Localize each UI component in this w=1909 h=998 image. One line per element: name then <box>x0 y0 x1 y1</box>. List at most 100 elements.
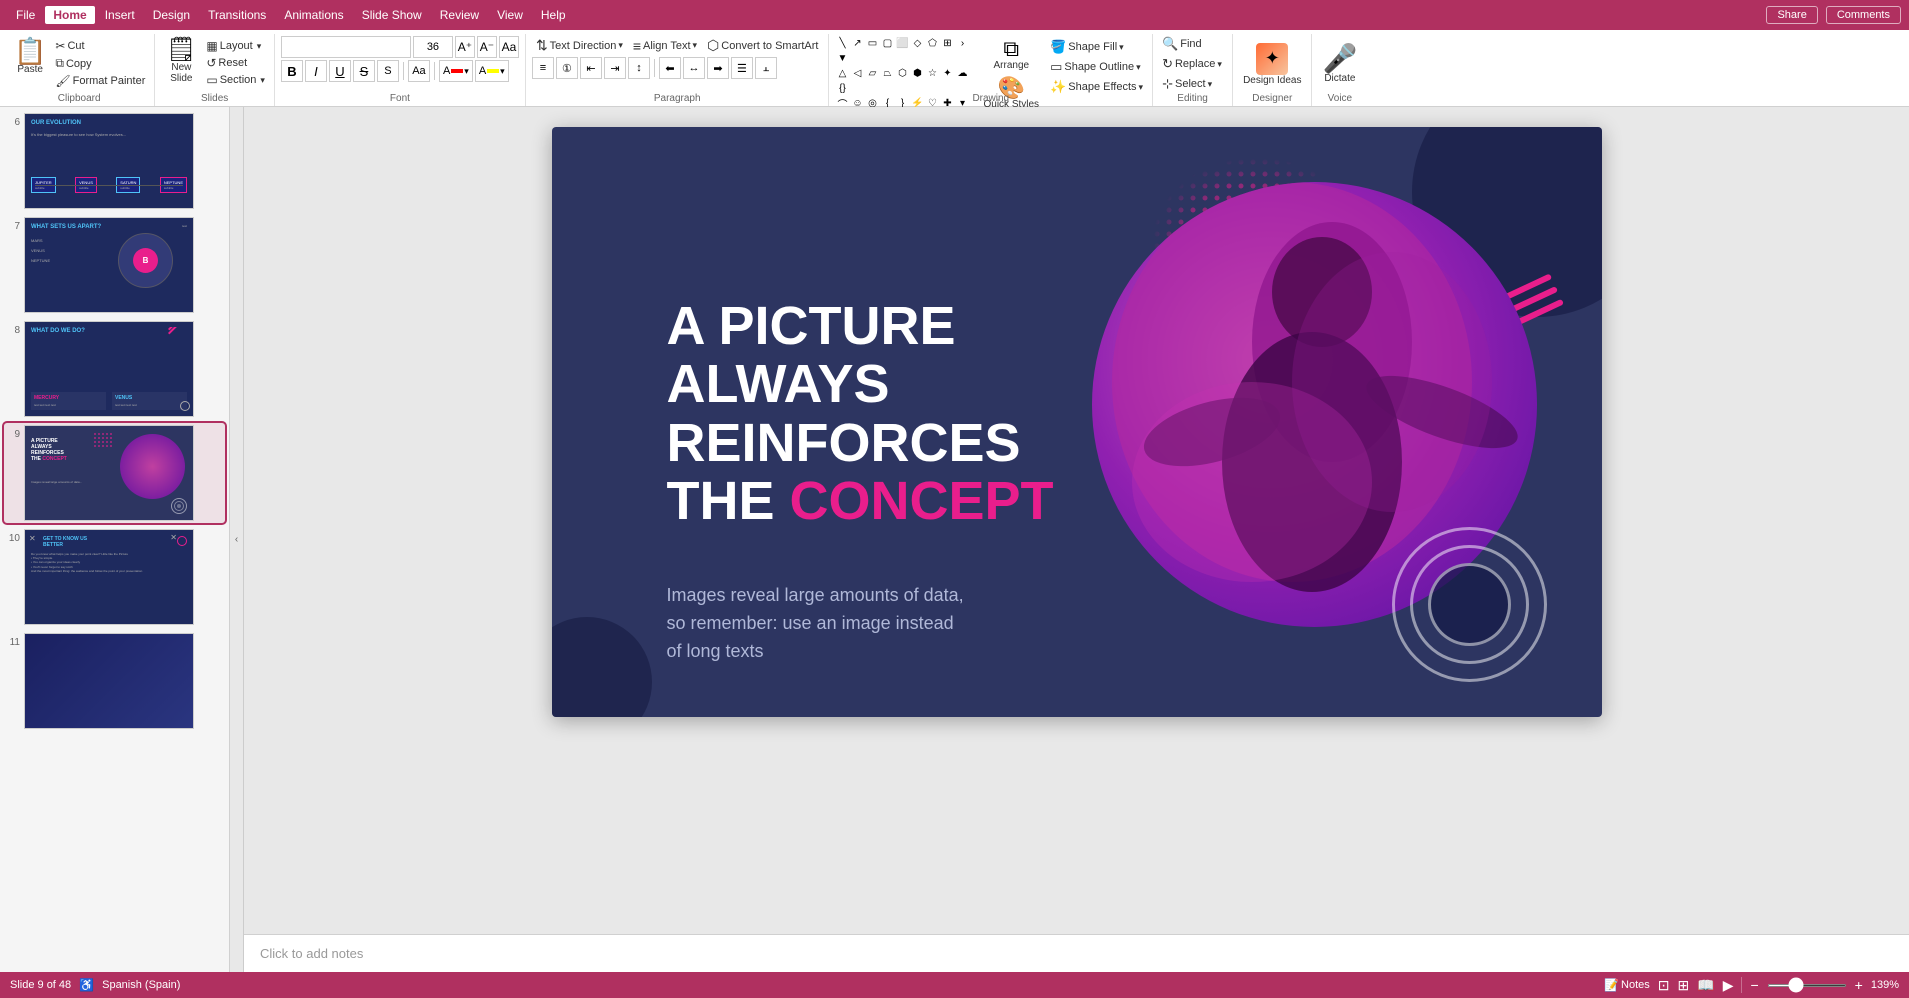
share-button[interactable]: Share <box>1766 6 1817 24</box>
normal-view-button[interactable]: ⊡ <box>1658 977 1670 994</box>
zoom-slider[interactable] <box>1767 984 1847 987</box>
shape-cloud-icon[interactable]: ☁ <box>955 66 969 80</box>
shape-cylinder-icon[interactable]: ⊞ <box>940 36 954 50</box>
shape-rtri-icon[interactable]: ◁ <box>850 66 864 80</box>
strikethrough-button[interactable]: S <box>353 60 375 82</box>
layout-button[interactable]: ▦ Layout▾ <box>203 38 268 54</box>
columns-button[interactable]: ⫠ <box>755 57 777 79</box>
shape-down-arrow-icon[interactable]: ▼ <box>835 51 849 65</box>
font-size-decrease-button[interactable]: A⁻ <box>477 36 497 58</box>
justify-button[interactable]: ☰ <box>731 57 753 79</box>
reading-view-button[interactable]: 📖 <box>1697 977 1714 994</box>
dictate-button[interactable]: 🎤 Dictate <box>1318 43 1361 86</box>
notes-toggle-button[interactable]: 📝 Notes <box>1604 978 1650 992</box>
shape-round-rect-icon[interactable]: ▢ <box>880 36 894 50</box>
menu-home[interactable]: Home <box>45 6 94 24</box>
shape-para-icon[interactable]: ▱ <box>865 66 879 80</box>
shape-star-icon[interactable]: ☆ <box>925 66 939 80</box>
accessibility-icon[interactable]: ♿ <box>79 978 94 992</box>
shape-hex-icon[interactable]: ⬡ <box>895 66 909 80</box>
paragraph-group: ⇅ Text Direction▾ ≡ Align Text▾ ⬡ Conver… <box>526 34 830 106</box>
font-size-input[interactable]: 36 <box>413 36 453 58</box>
shape-diamond-icon[interactable]: ◇ <box>910 36 924 50</box>
designer-group: ✦ Design Ideas Designer <box>1233 34 1312 106</box>
format-painter-button[interactable]: 🖌 Format Painter <box>52 73 148 89</box>
shape-oct-icon[interactable]: ⬢ <box>910 66 924 80</box>
font-color-button[interactable]: A▾ <box>439 60 473 82</box>
paste-button[interactable]: 📋 Paste <box>10 36 50 77</box>
panel-collapse-arrow[interactable]: ‹ <box>230 107 244 972</box>
shape-more-icon[interactable]: ⬜ <box>895 36 909 50</box>
convert-smartart-button[interactable]: ⬡ Convert to SmartArt <box>703 36 822 55</box>
align-center-button[interactable]: ↔ <box>683 57 705 79</box>
shadow-button[interactable]: S <box>377 60 399 82</box>
underline-button[interactable]: U <box>329 60 351 82</box>
slide-thumb-6[interactable]: 6 OUR EVOLUTION It's the biggest pleasur… <box>4 111 225 211</box>
cut-button[interactable]: ✂ Cut <box>52 38 148 54</box>
design-ideas-button[interactable]: ✦ Design Ideas <box>1239 41 1305 88</box>
clipboard-group: 📋 Paste ✂ Cut ⧉ Copy 🖌 Format Painter Cl… <box>4 34 155 106</box>
increase-indent-button[interactable]: ⇥ <box>604 57 626 79</box>
font-case-button[interactable]: Aa <box>408 60 430 82</box>
shape-trap-icon[interactable]: ⏢ <box>880 66 894 80</box>
slide-info: Slide 9 of 48 <box>10 979 71 991</box>
text-direction-button[interactable]: ⇅ Text Direction▾ <box>532 36 627 55</box>
align-right-button[interactable]: ➡ <box>707 57 729 79</box>
arrange-button[interactable]: ⧉ Arrange <box>979 36 1043 73</box>
menu-transitions[interactable]: Transitions <box>200 6 274 24</box>
slide-body-text: Images reveal large amounts of data, so … <box>667 582 967 666</box>
font-size-increase-button[interactable]: A⁺ <box>455 36 475 58</box>
slide-sorter-button[interactable]: ⊞ <box>1678 977 1690 994</box>
shape-outline-button[interactable]: ▭ Shape Outline▾ <box>1047 58 1146 76</box>
select-button[interactable]: ⊹ Select▾ <box>1159 75 1226 93</box>
decrease-indent-button[interactable]: ⇤ <box>580 57 602 79</box>
bold-button[interactable]: B <box>281 60 303 82</box>
shape-tri-icon[interactable]: △ <box>835 66 849 80</box>
new-slide-button[interactable]: 🗒 NewSlide <box>161 36 201 86</box>
font-name-input[interactable] <box>281 36 411 58</box>
replace-button[interactable]: ↻ Replace▾ <box>1159 55 1226 73</box>
slide-thumb-10[interactable]: 10 ✕ GET TO KNOW USBETTER Do you know wh… <box>4 527 225 627</box>
slide-thumb-8[interactable]: 8 WHAT DO WE DO? MERCURY text text text … <box>4 319 225 419</box>
drawing-group: ╲ ↗ ▭ ▢ ⬜ ◇ ⬠ ⊞ › ▼ △ ◁ ▱ ⏢ ⬡ ⬢ <box>829 34 1153 106</box>
slide-thumb-7[interactable]: 7 WHAT SETS US APART? MARS VENUS NEPTUNE… <box>4 215 225 315</box>
bullets-button[interactable]: ≡ <box>532 57 554 79</box>
menu-animations[interactable]: Animations <box>276 6 351 24</box>
notes-placeholder: Click to add notes <box>260 946 363 961</box>
zoom-out-button[interactable]: − <box>1750 977 1758 993</box>
reset-button[interactable]: ↺ Reset <box>203 55 268 71</box>
menu-view[interactable]: View <box>489 6 531 24</box>
slideshow-button[interactable]: ▶ <box>1723 977 1734 994</box>
align-left-button[interactable]: ⬅ <box>659 57 681 79</box>
zoom-in-button[interactable]: + <box>1855 977 1863 993</box>
font-group: 36 A⁺ A⁻ Aa B I U S S Aa A▾ A▾ <box>275 34 526 106</box>
shape-rect-icon[interactable]: ▭ <box>865 36 879 50</box>
menu-design[interactable]: Design <box>145 6 198 24</box>
menu-file[interactable]: File <box>8 6 43 24</box>
line-spacing-button[interactable]: ↕ <box>628 57 650 79</box>
copy-button[interactable]: ⧉ Copy <box>52 55 148 72</box>
highlight-color-button[interactable]: A▾ <box>475 60 509 82</box>
shape-line-icon[interactable]: ╲ <box>835 36 849 50</box>
shape-fill-button[interactable]: 🪣 Shape Fill▾ <box>1047 38 1146 56</box>
slide-title: A PICTURE ALWAYS REINFORCES THE CONCEPT <box>667 297 1054 530</box>
numbering-button[interactable]: ① <box>556 57 578 79</box>
menu-review[interactable]: Review <box>432 6 487 24</box>
shape-pentagon-icon[interactable]: ⬠ <box>925 36 939 50</box>
shape-chevron-icon[interactable]: › <box>955 36 969 50</box>
shape-arrow-icon[interactable]: ↗ <box>850 36 864 50</box>
notes-icon: 📝 <box>1604 978 1619 992</box>
find-button[interactable]: 🔍 Find <box>1159 35 1226 53</box>
menu-help[interactable]: Help <box>533 6 574 24</box>
section-button[interactable]: ▭ Section▾ <box>203 72 268 88</box>
menu-insert[interactable]: Insert <box>97 6 143 24</box>
comments-button[interactable]: Comments <box>1826 6 1901 24</box>
slide-thumb-9[interactable]: 9 A PICTUREALWAYSREINFORCESTHE CONCEPT I… <box>4 423 225 523</box>
italic-button[interactable]: I <box>305 60 327 82</box>
slide-thumb-11[interactable]: 11 <box>4 631 225 731</box>
notes-bar[interactable]: Click to add notes <box>244 934 1909 972</box>
menu-slideshow[interactable]: Slide Show <box>354 6 430 24</box>
clear-formatting-button[interactable]: Aa <box>499 36 519 58</box>
shape-4star-icon[interactable]: ✦ <box>940 66 954 80</box>
align-text-button[interactable]: ≡ Align Text▾ <box>629 37 701 55</box>
